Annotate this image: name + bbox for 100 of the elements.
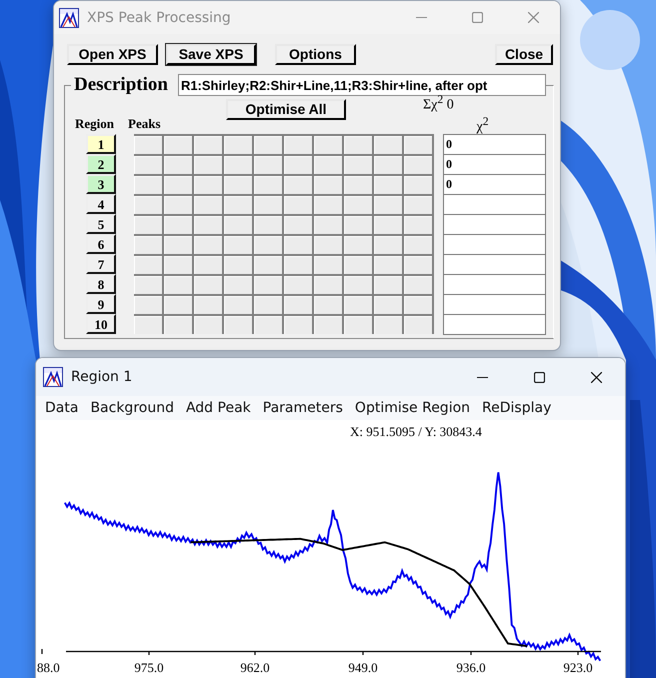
peak-cell[interactable] [344, 276, 372, 294]
peak-cell[interactable] [134, 136, 162, 154]
peak-cell[interactable] [164, 256, 192, 274]
peak-cell[interactable] [284, 296, 312, 314]
peak-cell[interactable] [314, 256, 342, 274]
peak-cell[interactable] [404, 176, 432, 194]
peak-cell[interactable] [404, 216, 432, 234]
peak-cell[interactable] [134, 296, 162, 314]
peak-cell[interactable] [284, 216, 312, 234]
peak-cell[interactable] [344, 316, 372, 334]
peak-cell[interactable] [164, 136, 192, 154]
peak-cell[interactable] [344, 176, 372, 194]
description-field[interactable]: R1:Shirley;R2:Shir+Line,11;R3:Shir+line, after opt [178, 74, 546, 96]
toolbar-button[interactable]: Open XPS [67, 44, 158, 65]
region-button[interactable]: 7 [86, 254, 116, 274]
region-button[interactable]: 5 [86, 214, 116, 234]
peak-cell[interactable] [254, 236, 282, 254]
peak-cell[interactable] [284, 256, 312, 274]
peak-cell[interactable] [194, 176, 222, 194]
menu-item[interactable]: Add Peak [180, 400, 257, 416]
region-button[interactable]: 3 [86, 174, 116, 194]
maximize-icon[interactable] [534, 372, 545, 382]
menu-item[interactable]: Background [84, 400, 180, 416]
peak-cell[interactable] [134, 236, 162, 254]
region-button[interactable]: 9 [86, 294, 116, 314]
peak-cell[interactable] [134, 216, 162, 234]
peak-cell[interactable] [134, 276, 162, 294]
peak-cell[interactable] [254, 296, 282, 314]
peak-cell[interactable] [194, 256, 222, 274]
peak-cell[interactable] [284, 316, 312, 334]
peak-cell[interactable] [224, 176, 252, 194]
peak-cell[interactable] [374, 316, 402, 334]
peak-cell[interactable] [254, 156, 282, 174]
peak-cell[interactable] [224, 136, 252, 154]
peak-cell[interactable] [134, 156, 162, 174]
peak-cell[interactable] [134, 176, 162, 194]
peak-cell[interactable] [314, 156, 342, 174]
peak-cell[interactable] [224, 256, 252, 274]
peak-cell[interactable] [404, 316, 432, 334]
peak-cell[interactable] [374, 256, 402, 274]
menu-item[interactable]: ReDisplay [476, 400, 558, 416]
peak-cell[interactable] [404, 236, 432, 254]
toolbar-button[interactable]: Save XPS [166, 44, 256, 65]
peak-cell[interactable] [224, 216, 252, 234]
peak-cell[interactable] [404, 276, 432, 294]
peak-cell[interactable] [164, 276, 192, 294]
peak-cell[interactable] [314, 176, 342, 194]
peak-cell[interactable] [254, 196, 282, 214]
toolbar-button[interactable]: Options [275, 44, 356, 65]
peak-cell[interactable] [224, 296, 252, 314]
peak-cell[interactable] [134, 316, 162, 334]
peak-cell[interactable] [134, 256, 162, 274]
peak-cell[interactable] [404, 296, 432, 314]
menu-item[interactable]: Optimise Region [348, 400, 476, 416]
peak-cell[interactable] [164, 216, 192, 234]
peak-cell[interactable] [254, 216, 282, 234]
peak-cell[interactable] [284, 176, 312, 194]
peak-cell[interactable] [374, 276, 402, 294]
close-icon[interactable] [591, 372, 602, 382]
region-button[interactable]: 10 [86, 314, 116, 334]
peak-cell[interactable] [344, 156, 372, 174]
peak-cell[interactable] [164, 296, 192, 314]
peak-cell[interactable] [344, 196, 372, 214]
peak-cell[interactable] [374, 236, 402, 254]
peak-cell[interactable] [194, 136, 222, 154]
peak-cell[interactable] [194, 316, 222, 334]
peak-cell[interactable] [254, 316, 282, 334]
peak-cell[interactable] [224, 156, 252, 174]
peak-cell[interactable] [404, 256, 432, 274]
peak-cell[interactable] [284, 196, 312, 214]
peak-cell[interactable] [404, 136, 432, 154]
peak-cell[interactable] [344, 256, 372, 274]
peak-cell[interactable] [194, 276, 222, 294]
peak-cell[interactable] [254, 176, 282, 194]
menu-item[interactable]: Data [39, 400, 84, 416]
peak-cell[interactable] [194, 156, 222, 174]
peak-cell[interactable] [344, 296, 372, 314]
peak-cell[interactable] [374, 196, 402, 214]
peak-cell[interactable] [404, 156, 432, 174]
peak-cell[interactable] [254, 256, 282, 274]
peak-cell[interactable] [254, 136, 282, 154]
peak-cell[interactable] [344, 236, 372, 254]
peak-cell[interactable] [374, 156, 402, 174]
peak-cell[interactable] [194, 216, 222, 234]
peak-cell[interactable] [164, 236, 192, 254]
region-button[interactable]: 4 [86, 194, 116, 214]
peak-cell[interactable] [284, 236, 312, 254]
peak-cell[interactable] [224, 276, 252, 294]
peak-cell[interactable] [254, 276, 282, 294]
peak-cell[interactable] [164, 316, 192, 334]
peak-cell[interactable] [314, 316, 342, 334]
peak-cell[interactable] [314, 216, 342, 234]
peak-cell[interactable] [374, 136, 402, 154]
peak-cell[interactable] [164, 176, 192, 194]
peak-cell[interactable] [314, 196, 342, 214]
region-button[interactable]: 2 [86, 154, 116, 174]
peak-cell[interactable] [314, 296, 342, 314]
peak-cell[interactable] [224, 236, 252, 254]
toolbar-button[interactable]: Close [495, 44, 553, 65]
peak-cell[interactable] [314, 276, 342, 294]
